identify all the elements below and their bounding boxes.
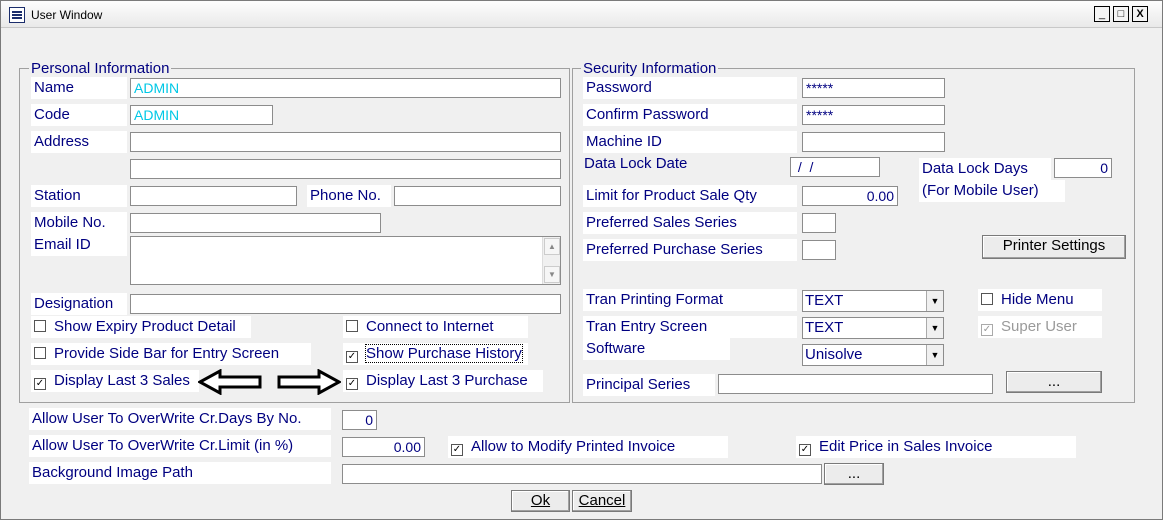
scroll-up-icon[interactable]: ▲ xyxy=(544,238,560,255)
mobile-user-label: (For Mobile User) xyxy=(919,180,1065,202)
data-lock-date-input[interactable]: / / xyxy=(790,157,880,177)
crlimit-input[interactable]: 0.00 xyxy=(342,437,425,457)
checkmark-icon: ✓ xyxy=(799,444,811,456)
right-arrow-icon xyxy=(277,369,341,395)
name-input[interactable]: ADMIN xyxy=(130,78,561,98)
dropdown-arrow-icon[interactable]: ▼ xyxy=(926,291,943,311)
limit-sale-qty-input[interactable]: 0.00 xyxy=(802,186,898,206)
principal-series-label: Principal Series xyxy=(583,374,715,396)
phone-label: Phone No. xyxy=(307,185,391,207)
super-user-checkbox: ✓ Super User xyxy=(978,316,1102,338)
data-lock-days-input[interactable]: 0 xyxy=(1054,158,1112,178)
station-input[interactable] xyxy=(130,186,297,206)
machine-id-label: Machine ID xyxy=(583,131,797,153)
station-label: Station xyxy=(31,185,127,207)
address-line1-input[interactable] xyxy=(130,132,561,152)
checkbox-box xyxy=(34,320,46,332)
side-bar-checkbox[interactable]: Provide Side Bar for Entry Screen xyxy=(31,343,311,365)
edit-price-checkbox[interactable]: ✓ Edit Price in Sales Invoice xyxy=(796,436,1076,458)
modify-printed-invoice-checkbox[interactable]: ✓ Allow to Modify Printed Invoice xyxy=(448,436,728,458)
checkbox-box xyxy=(34,347,46,359)
checkmark-icon: ✓ xyxy=(451,444,463,456)
machine-id-input[interactable] xyxy=(802,132,945,152)
maximize-button[interactable]: □ xyxy=(1113,6,1129,22)
window-title: User Window xyxy=(31,8,103,22)
checkbox-box xyxy=(346,320,358,332)
dropdown-arrow-icon[interactable]: ▼ xyxy=(926,345,943,365)
preferred-purchase-input[interactable] xyxy=(802,240,836,260)
email-label: Email ID xyxy=(31,234,127,256)
principal-series-browse-button[interactable]: ... xyxy=(1006,371,1102,393)
tran-entry-screen-label: Tran Entry Screen xyxy=(583,316,797,338)
show-purchase-history-checkbox[interactable]: ✓ Show Purchase History xyxy=(343,343,528,365)
preferred-sales-input[interactable] xyxy=(802,213,836,233)
name-label: Name xyxy=(31,77,127,99)
minimize-button[interactable]: _ xyxy=(1094,6,1110,22)
user-window: User Window _ □ X Personal Information N… xyxy=(0,0,1163,520)
personal-info-legend: Personal Information xyxy=(29,60,172,77)
preferred-purchase-label: Preferred Purchase Series xyxy=(583,239,797,261)
tran-printing-format-label: Tran Printing Format xyxy=(583,289,797,311)
background-image-browse-button[interactable]: ... xyxy=(824,463,884,485)
left-arrow-icon xyxy=(198,369,262,395)
cancel-button[interactable]: Cancel xyxy=(572,490,632,512)
hide-menu-checkbox[interactable]: Hide Menu xyxy=(978,289,1102,311)
dropdown-arrow-icon[interactable]: ▼ xyxy=(926,318,943,338)
confirm-password-input[interactable]: ***** xyxy=(802,105,945,125)
software-select[interactable]: Unisolve ▼ xyxy=(802,344,944,366)
security-info-legend: Security Information xyxy=(581,60,719,77)
checkbox-box xyxy=(981,293,993,305)
confirm-password-label: Confirm Password xyxy=(583,104,797,126)
background-image-label: Background Image Path xyxy=(29,462,331,484)
principal-series-input[interactable] xyxy=(718,374,993,394)
preferred-sales-label: Preferred Sales Series xyxy=(583,212,797,234)
data-lock-date-label: Data Lock Date xyxy=(581,153,781,175)
designation-label: Designation xyxy=(31,293,127,315)
ok-button[interactable]: Ok xyxy=(511,490,570,512)
email-scrollbar[interactable]: ▲ ▼ xyxy=(542,237,560,284)
checkmark-icon: ✓ xyxy=(346,378,358,390)
address-line2-input[interactable] xyxy=(130,159,561,179)
scroll-down-icon[interactable]: ▼ xyxy=(544,266,560,283)
printer-settings-button[interactable]: Printer Settings xyxy=(982,235,1126,259)
last3-purchase-checkbox[interactable]: ✓ Display Last 3 Purchase xyxy=(343,370,543,392)
data-lock-days-label: Data Lock Days xyxy=(919,158,1051,180)
designation-input[interactable] xyxy=(130,294,561,314)
code-input[interactable]: ADMIN xyxy=(130,105,273,125)
title-bar: User Window _ □ X xyxy=(1,1,1162,28)
tran-printing-format-select[interactable]: TEXT ▼ xyxy=(802,290,944,312)
limit-sale-qty-label: Limit for Product Sale Qty xyxy=(583,185,797,207)
crdays-input[interactable]: 0 xyxy=(342,410,377,430)
password-label: Password xyxy=(583,77,797,99)
show-expiry-checkbox[interactable]: Show Expiry Product Detail xyxy=(31,316,251,338)
code-label: Code xyxy=(31,104,127,126)
close-button[interactable]: X xyxy=(1132,6,1148,22)
address-label: Address xyxy=(31,131,127,153)
connect-internet-checkbox[interactable]: Connect to Internet xyxy=(343,316,528,338)
checkmark-icon: ✓ xyxy=(34,378,46,390)
tran-entry-screen-select[interactable]: TEXT ▼ xyxy=(802,317,944,339)
background-image-input[interactable] xyxy=(342,464,822,484)
software-label: Software xyxy=(583,338,730,360)
checkmark-icon: ✓ xyxy=(981,324,993,336)
checkmark-icon: ✓ xyxy=(346,351,358,363)
mobile-input[interactable] xyxy=(130,213,381,233)
last3-sales-checkbox[interactable]: ✓ Display Last 3 Sales xyxy=(31,370,199,392)
mobile-label: Mobile No. xyxy=(31,212,127,234)
crlimit-label: Allow User To OverWrite Cr.Limit (in %) xyxy=(29,435,331,457)
email-textarea[interactable]: ▲ ▼ xyxy=(130,236,561,285)
phone-input[interactable] xyxy=(394,186,561,206)
password-input[interactable]: ***** xyxy=(802,78,945,98)
app-menu-icon[interactable] xyxy=(9,7,25,23)
crdays-label: Allow User To OverWrite Cr.Days By No. xyxy=(29,408,331,430)
